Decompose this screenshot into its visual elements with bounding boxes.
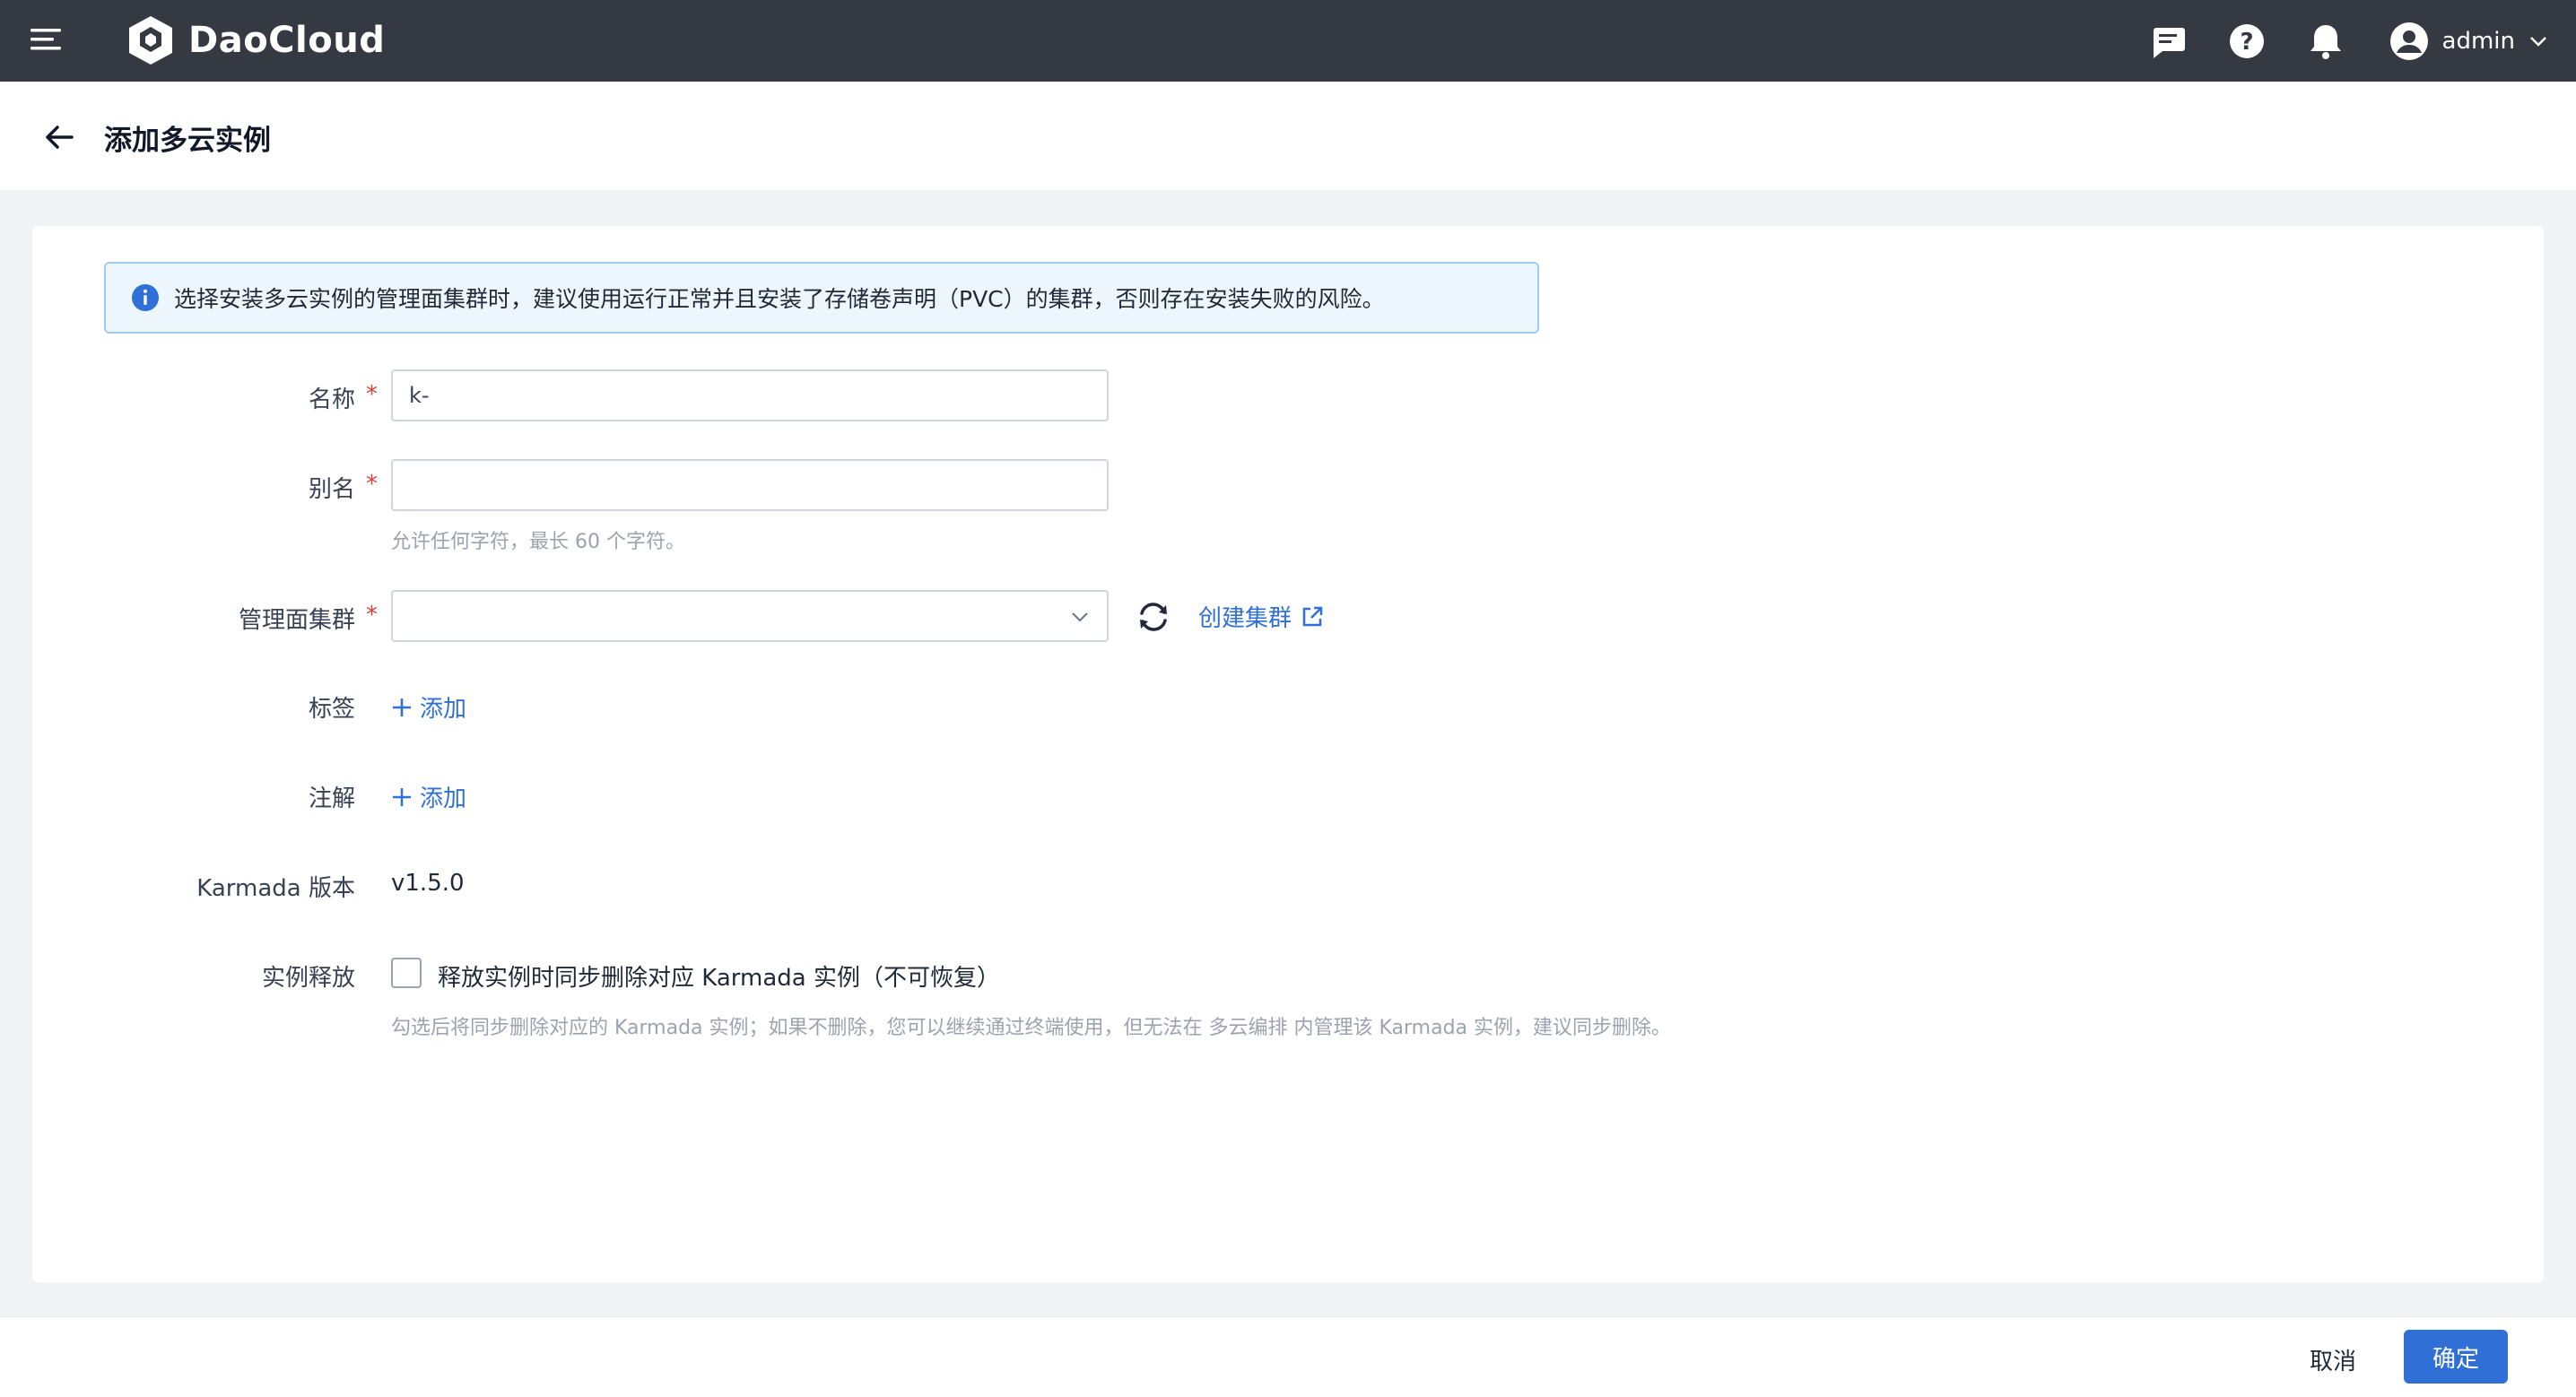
add-annotation-button[interactable]: 添加 (391, 780, 466, 813)
confirm-button[interactable]: 确定 (2404, 1330, 2508, 1384)
back-arrow-icon[interactable] (41, 119, 77, 155)
brand-name: DaoCloud (188, 20, 386, 61)
annotations-label: 注解 (308, 785, 355, 812)
release-hint: 勾选后将同步删除对应的 Karmada 实例；如果不删除，您可以继续通过终端使用… (391, 1017, 1672, 1039)
user-name: admin (2441, 27, 2515, 55)
alias-label: 别名 (308, 476, 355, 503)
alias-hint: 允许任何字符，最长 60 个字符。 (391, 531, 685, 553)
karmada-version-label: Karmada 版本 (196, 875, 355, 902)
alert-text: 选择安装多云实例的管理面集群时，建议使用运行正常并且安装了存储卷声明（PVC）的… (174, 286, 1385, 312)
refresh-icon[interactable] (1134, 597, 1173, 637)
cancel-button[interactable]: 取消 (2293, 1337, 2373, 1382)
form-card: 选择安装多云实例的管理面集群时，建议使用运行正常并且安装了存储卷声明（PVC）的… (32, 226, 2544, 1282)
required-mark: * (366, 602, 378, 629)
chevron-down-icon (1072, 612, 1088, 622)
release-checkbox-label[interactable]: 释放实例时同步删除对应 Karmada 实例（不可恢复） (438, 959, 1000, 993)
user-avatar-icon (2389, 22, 2428, 60)
page-title: 添加多云实例 (104, 125, 271, 157)
cluster-select[interactable] (391, 590, 1109, 642)
create-cluster-label: 创建集群 (1198, 605, 1292, 632)
release-label: 实例释放 (261, 965, 355, 992)
external-link-icon (1302, 606, 1323, 626)
page-header: 添加多云实例 (0, 82, 2576, 190)
karmada-version-value: v1.5.0 (391, 870, 465, 897)
daocloud-logo-icon (129, 16, 172, 65)
plus-icon (393, 698, 411, 716)
add-annotation-text: 添加 (420, 785, 467, 812)
name-input[interactable]: k- (391, 369, 1109, 421)
message-icon[interactable] (2146, 20, 2189, 63)
top-navbar: DaoCloud ? admin (0, 0, 2576, 82)
add-label-text: 添加 (420, 696, 467, 723)
required-mark: * (366, 471, 378, 498)
svg-text:?: ? (2240, 29, 2253, 56)
help-icon[interactable]: ? (2225, 20, 2268, 63)
labels-label: 标签 (308, 696, 355, 723)
info-alert: 选择安装多云实例的管理面集群时，建议使用运行正常并且安装了存储卷声明（PVC）的… (104, 262, 1539, 334)
bell-icon[interactable] (2304, 20, 2347, 63)
footer-bar: 取消 确定 (0, 1316, 2576, 1397)
brand-logo[interactable]: DaoCloud (126, 11, 385, 70)
name-input-value: k- (409, 383, 430, 408)
add-label-button[interactable]: 添加 (391, 690, 466, 724)
chevron-down-icon (2530, 36, 2546, 47)
info-icon (132, 284, 159, 311)
cluster-label: 管理面集群 (238, 607, 355, 634)
release-checkbox[interactable] (391, 958, 422, 988)
create-cluster-link[interactable]: 创建集群 (1198, 600, 1324, 633)
user-menu[interactable]: admin (2389, 21, 2549, 62)
alias-input[interactable] (391, 459, 1109, 511)
menu-icon[interactable] (29, 23, 65, 56)
required-mark: * (366, 381, 378, 408)
plus-icon (393, 787, 411, 806)
name-label: 名称 (308, 386, 355, 413)
